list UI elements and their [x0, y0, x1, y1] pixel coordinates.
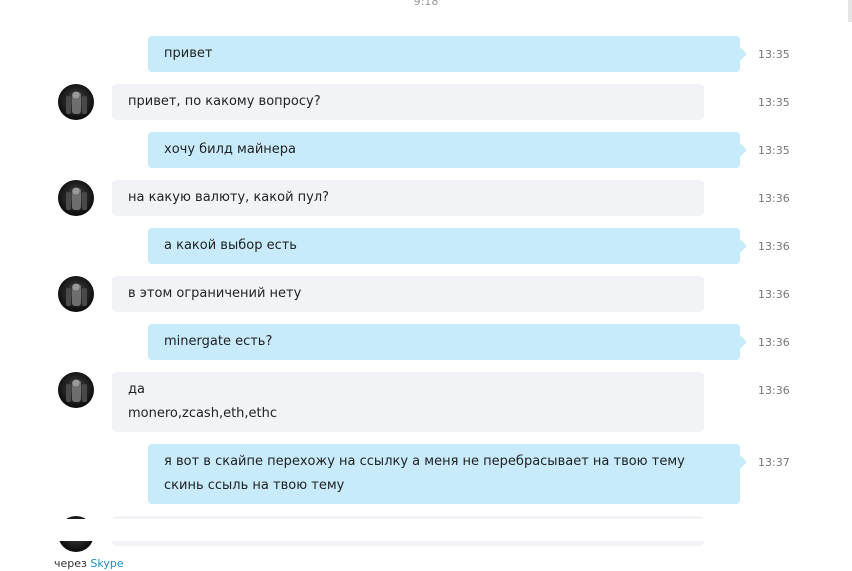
message-time: 13:35	[758, 96, 790, 109]
footer-via: через Skype	[54, 557, 124, 570]
avatar[interactable]	[58, 276, 94, 312]
message-incoming[interactable]: да monero,zcash,eth,ethc	[112, 372, 704, 432]
message-incoming[interactable]: привет, по какому вопросу?	[112, 84, 704, 120]
message-text: я вот в скайпе перехожу на ссылку а меня…	[164, 454, 685, 469]
message-text: а какой выбор есть	[164, 238, 297, 253]
scrollbar[interactable]	[848, 0, 852, 22]
message-time: 13:36	[758, 240, 790, 253]
avatar-image-icon	[66, 91, 87, 114]
avatar[interactable]	[58, 372, 94, 408]
message-time: 13:36	[758, 384, 790, 397]
message-outgoing[interactable]: хочу билд майнера	[148, 132, 747, 168]
message-text: minergate есть?	[164, 334, 273, 349]
footer-prefix: через	[54, 557, 87, 570]
top-timestamp: 9:18	[413, 0, 439, 8]
avatar[interactable]	[58, 180, 94, 216]
avatar-image-icon	[66, 187, 87, 210]
avatar[interactable]	[58, 84, 94, 120]
message-text: скинь ссыль на твою тему	[164, 478, 345, 493]
message-time: 13:36	[758, 192, 790, 205]
message-text: на какую валюту, какой пул?	[128, 190, 330, 205]
message-text: хочу билд майнера	[164, 142, 296, 157]
avatar-image-icon	[66, 283, 87, 306]
message-outgoing[interactable]: я вот в скайпе перехожу на ссылку а меня…	[148, 444, 747, 504]
message-outgoing[interactable]: а какой выбор есть	[148, 228, 747, 264]
avatar-image-icon	[66, 379, 87, 402]
message-outgoing[interactable]: привет	[148, 36, 747, 72]
message-time: 13:35	[758, 48, 790, 61]
message-time: 13:36	[758, 288, 790, 301]
message-incoming[interactable]: в этом ограничений нету	[112, 276, 704, 312]
message-outgoing[interactable]: minergate есть?	[148, 324, 747, 360]
message-incoming[interactable]: на какую валюту, какой пул?	[112, 180, 704, 216]
message-text: monero,zcash,eth,ethc	[128, 406, 278, 421]
message-text: привет	[164, 46, 213, 61]
message-text: привет, по какому вопросу?	[128, 94, 321, 109]
message-time: 13:37	[758, 456, 790, 469]
skype-link[interactable]: Skype	[90, 557, 123, 570]
message-time: 13:36	[758, 336, 790, 349]
message-text: да	[128, 382, 145, 397]
message-time: 13:35	[758, 144, 790, 157]
chat-clip-area	[0, 519, 852, 541]
message-text: в этом ограничений нету	[128, 286, 302, 301]
